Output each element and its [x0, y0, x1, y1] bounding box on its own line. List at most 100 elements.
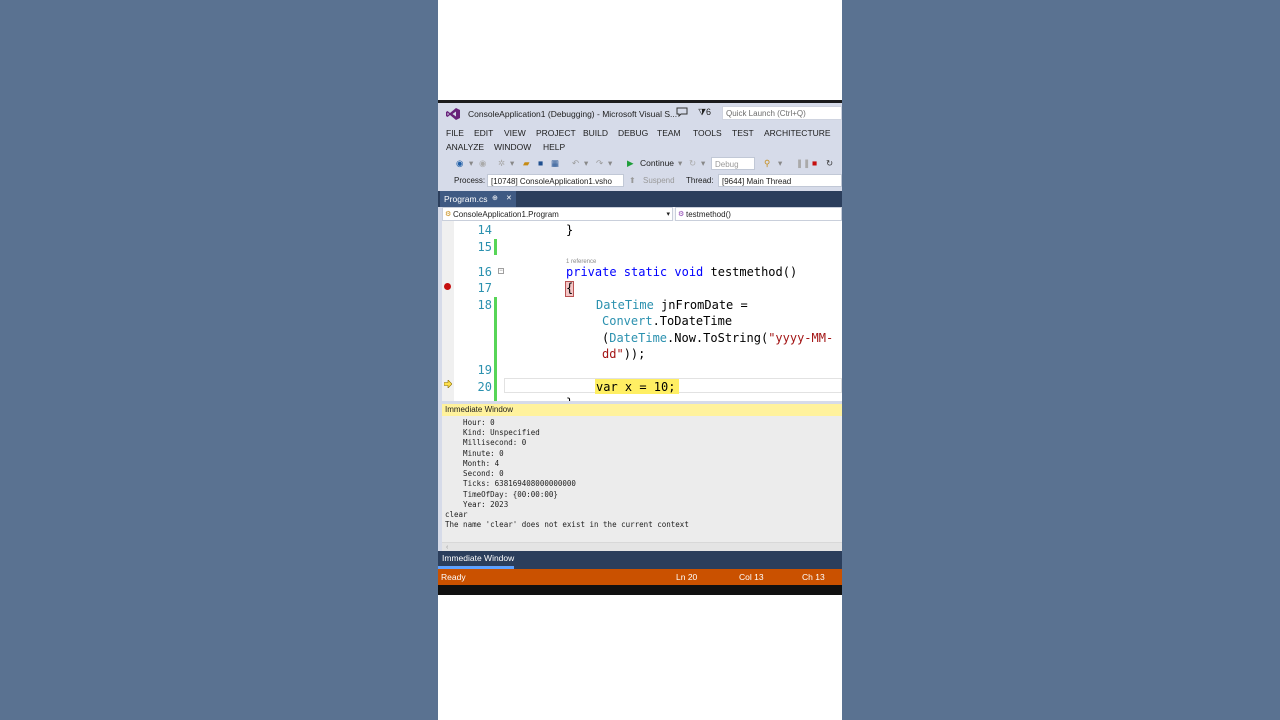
line-number: 17: [477, 281, 492, 295]
visual-studio-window: ConsoleApplication1 (Debugging) - Micros…: [438, 100, 842, 595]
code-line-16: private static void testmethod(): [566, 265, 797, 279]
output-line: Millisecond: 0: [445, 438, 527, 447]
open-file-icon[interactable]: ▰: [523, 158, 530, 169]
standard-toolbar: ◉ ▾ ◉ ✲ ▾ ▰ ■ ▦ ↶ ▾ ↷ ▾ ▶ Continue ▾ ↻ ▾…: [438, 155, 842, 173]
menu-test[interactable]: TEST: [732, 128, 754, 138]
collapse-icon[interactable]: −: [498, 268, 504, 274]
code-line-20: var x = 10;: [596, 380, 676, 394]
forward-icon[interactable]: ◉: [479, 158, 486, 169]
menu-edit[interactable]: EDIT: [474, 128, 493, 138]
restart-icon[interactable]: ↻: [826, 158, 833, 169]
tab-program-cs[interactable]: Program.cs ⊕ ✕: [440, 191, 516, 207]
member-value: testmethod(): [686, 210, 731, 219]
feedback-icon[interactable]: [676, 107, 688, 117]
horizontal-scrollbar[interactable]: ‹: [442, 542, 842, 551]
menu-help[interactable]: HELP: [543, 142, 565, 152]
output-line: Second: 0: [445, 469, 504, 478]
stop-debugging-icon[interactable]: ■: [812, 158, 817, 168]
code-text: ));: [623, 347, 646, 361]
find-icon[interactable]: ⚲: [764, 158, 770, 169]
video-frame: ConsoleApplication1 (Debugging) - Micros…: [438, 0, 842, 720]
continue-button[interactable]: Continue: [640, 158, 674, 168]
code-line-14: }: [566, 223, 574, 237]
thread-select[interactable]: [9644] Main Thread: [718, 174, 842, 187]
continue-icon[interactable]: ▶: [627, 158, 634, 169]
scroll-left-icon[interactable]: ‹: [446, 544, 448, 551]
output-line: clear: [445, 510, 468, 519]
code-keywords: private static void: [566, 265, 704, 279]
refresh-dropdown-icon[interactable]: ▾: [701, 158, 705, 169]
redo-dropdown-icon[interactable]: ▾: [608, 158, 612, 169]
notifications[interactable]: ⧩6: [698, 107, 711, 118]
menu-project[interactable]: PROJECT: [536, 128, 576, 138]
document-tab-strip: Program.cs ⊕ ✕: [438, 191, 842, 207]
code-string: "yyyy-MM-: [768, 331, 834, 345]
process-select[interactable]: [10748] ConsoleApplication1.vsho: [487, 174, 624, 187]
suspend-button[interactable]: Suspend: [643, 176, 675, 185]
title-bar: ConsoleApplication1 (Debugging) - Micros…: [438, 103, 842, 125]
window-title: ConsoleApplication1 (Debugging) - Micros…: [468, 109, 678, 119]
menu-bar: FILE EDIT VIEW PROJECT BUILD DEBUG TEAM …: [438, 125, 842, 155]
code-line-18d: dd"));: [602, 347, 645, 361]
code-line-18b: Convert.ToDateTime: [602, 314, 732, 328]
line-number: 18: [477, 298, 492, 312]
undo-dropdown-icon[interactable]: ▾: [584, 158, 588, 169]
status-bar: Ready Ln 20 Col 13 Ch 13: [438, 569, 842, 585]
new-project-dropdown-icon[interactable]: ▾: [510, 158, 514, 169]
find-dropdown-icon[interactable]: ▾: [778, 158, 782, 169]
immediate-window-title: Immediate Window: [442, 404, 842, 416]
visual-studio-logo-icon: [446, 108, 460, 120]
output-line: Ticks: 638169408000000000: [445, 479, 576, 488]
type-dropdown[interactable]: ⚙ ConsoleApplication1.Program ▾: [442, 207, 673, 221]
member-dropdown[interactable]: ⚙ testmethod(): [675, 207, 842, 221]
menu-file[interactable]: FILE: [446, 128, 464, 138]
tab-immediate-window[interactable]: Immediate Window: [442, 553, 514, 563]
immediate-window[interactable]: Immediate Window Hour: 0 Kind: Unspecifi…: [442, 404, 842, 551]
pin-icon[interactable]: ⊕: [492, 191, 498, 207]
menu-team[interactable]: TEAM: [657, 128, 681, 138]
type-value: ConsoleApplication1.Program: [453, 210, 559, 219]
code-type: DateTime: [596, 298, 654, 312]
notification-count: 6: [706, 107, 712, 117]
output-line: Kind: Unspecified: [445, 428, 540, 437]
save-all-icon[interactable]: ▦: [551, 158, 559, 169]
break-all-icon[interactable]: ❚❚: [796, 158, 810, 169]
menu-architecture[interactable]: ARCHITECTURE: [764, 128, 831, 138]
undo-icon[interactable]: ↶: [572, 158, 579, 169]
line-number: 16: [477, 265, 492, 279]
output-line: Hour: 0: [445, 418, 495, 427]
menu-debug[interactable]: DEBUG: [618, 128, 648, 138]
code-line-18a: DateTime jnFromDate =: [596, 298, 748, 312]
line-number: 20: [477, 380, 492, 394]
menu-tools[interactable]: TOOLS: [693, 128, 722, 138]
current-statement-arrow-icon: [444, 380, 452, 388]
menu-build[interactable]: BUILD: [583, 128, 608, 138]
refresh-icon[interactable]: ↻: [689, 158, 696, 169]
quick-launch-input[interactable]: Quick Launch (Ctrl+Q): [722, 106, 842, 120]
redo-icon[interactable]: ↷: [596, 158, 603, 169]
back-icon[interactable]: ◉: [456, 158, 463, 169]
class-icon: ⚙: [445, 211, 452, 218]
menu-analyze[interactable]: ANALYZE: [446, 142, 484, 152]
suspend-icon[interactable]: ⬆: [629, 176, 636, 185]
debug-location-toolbar: Process: [10748] ConsoleApplication1.vsh…: [438, 173, 842, 189]
output-line: Minute: 0: [445, 449, 504, 458]
menu-view[interactable]: VIEW: [504, 128, 526, 138]
configuration-select[interactable]: Debug: [711, 157, 755, 170]
code-line-18c: (DateTime.Now.ToString("yyyy-MM-: [602, 331, 833, 345]
new-project-icon[interactable]: ✲: [498, 158, 505, 169]
bottom-edge: [438, 585, 842, 595]
glyph-margin[interactable]: [442, 221, 454, 401]
chevron-down-icon: ▾: [666, 211, 670, 218]
back-dropdown-icon[interactable]: ▾: [469, 158, 473, 169]
continue-dropdown-icon[interactable]: ▾: [678, 158, 682, 169]
menu-window[interactable]: WINDOW: [494, 142, 531, 152]
breakpoint-icon[interactable]: [444, 283, 451, 290]
status-ready: Ready: [441, 572, 466, 582]
output-line: TimeOfDay: {00:00:00}: [445, 490, 558, 499]
code-editor[interactable]: − 14 15 16 17 18 19 20 1 reference } pri…: [442, 221, 842, 401]
output-line: The name 'clear' does not exist in the c…: [445, 520, 689, 529]
status-line: Ln 20: [676, 572, 698, 582]
close-icon[interactable]: ✕: [506, 191, 512, 207]
save-icon[interactable]: ■: [538, 158, 543, 168]
